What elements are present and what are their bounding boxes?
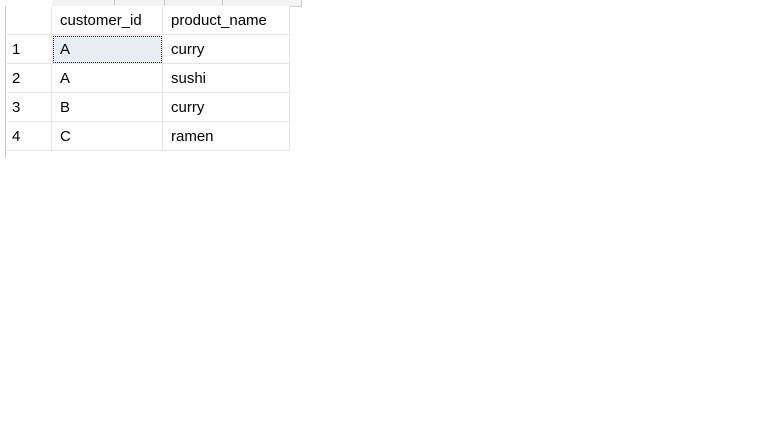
results-pane: customer_id product_name 1 A curry 2 A s… — [0, 0, 768, 432]
cell-customer-id[interactable]: B — [51, 92, 163, 122]
column-header-customer-id[interactable]: customer_id — [51, 6, 163, 35]
cell-customer-id[interactable]: C — [51, 121, 163, 151]
row-number[interactable]: 1 — [5, 34, 52, 64]
row-number[interactable]: 2 — [5, 63, 52, 93]
cell-product-name[interactable]: sushi — [162, 63, 290, 93]
row-number-header[interactable] — [5, 6, 52, 35]
column-header-product-name[interactable]: product_name — [162, 6, 290, 35]
table-row[interactable]: 2 A sushi — [5, 63, 290, 93]
grid-border — [5, 148, 6, 158]
table-row[interactable]: 1 A curry — [5, 34, 290, 64]
table-row[interactable]: 4 C ramen — [5, 121, 290, 151]
cell-product-name[interactable]: curry — [162, 34, 290, 64]
cell-customer-id[interactable]: A — [51, 63, 163, 93]
cell-customer-id[interactable]: A — [51, 34, 163, 64]
cell-product-name[interactable]: curry — [162, 92, 290, 122]
table-row[interactable]: 3 B curry — [5, 92, 290, 122]
results-grid[interactable]: customer_id product_name 1 A curry 2 A s… — [5, 6, 290, 151]
cell-product-name[interactable]: ramen — [162, 121, 290, 151]
row-number[interactable]: 3 — [5, 92, 52, 122]
header-row: customer_id product_name — [5, 6, 290, 35]
row-number[interactable]: 4 — [5, 121, 52, 151]
